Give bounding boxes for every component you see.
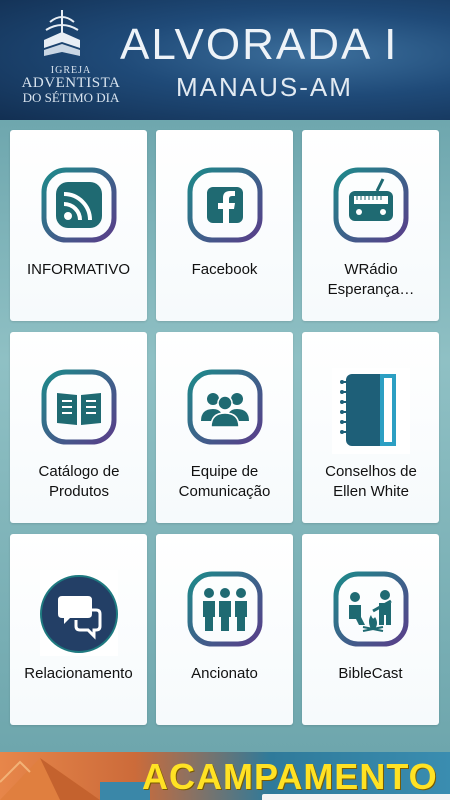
app-header: IGREJA ADVENTISTA DO SÉTIMO DIA ALVORADA… [0, 0, 450, 120]
banner-subtitle-strip [262, 794, 450, 800]
tile-label-wradio: WRádio Esperança… [327, 261, 415, 298]
tile-label-ancionato: Ancionato [191, 665, 258, 682]
tile-facebook[interactable]: Facebook [156, 130, 293, 321]
chat-icon [40, 570, 118, 656]
facebook-icon [187, 167, 263, 243]
tile-relacionamento[interactable]: Relacionamento [10, 534, 147, 725]
tile-label-catalogo: Catálogo de Produtos [38, 463, 120, 500]
tile-biblecast[interactable]: BibleCast [302, 534, 439, 725]
tent-icon [0, 758, 150, 800]
tile-conselhos[interactable]: Conselhos de Ellen White [302, 332, 439, 523]
promo-banner[interactable]: ACAMPAMENTO [0, 752, 450, 800]
menu-grid: INFORMATIVO Facebook WRádio Esperança… C… [0, 120, 450, 752]
tile-label-relacionamento: Relacionamento [24, 665, 133, 682]
notebook-icon [332, 368, 410, 454]
church-name: IGREJA ADVENTISTA DO SÉTIMO DIA [16, 66, 126, 105]
elders-icon [187, 571, 263, 647]
tile-label-equipe: Equipe de Comunicação [178, 463, 271, 500]
church-name-line2: ADVENTISTA [21, 75, 121, 91]
tile-informativo[interactable]: INFORMATIVO [10, 130, 147, 321]
team-icon [187, 369, 263, 445]
church-name-line3: DO SÉTIMO DIA [22, 90, 120, 105]
tile-label-facebook: Facebook [191, 261, 258, 278]
rss-icon [41, 167, 117, 243]
banner-title: ACAMPAMENTO [142, 756, 438, 797]
campfire-icon [333, 571, 409, 647]
tile-label-biblecast: BibleCast [338, 665, 403, 682]
page-title: ALVORADA I [120, 20, 399, 69]
radio-icon [333, 167, 409, 243]
page-subtitle: MANAUS-AM [176, 72, 353, 102]
book-icon [41, 369, 117, 445]
tile-catalogo[interactable]: Catálogo de Produtos [10, 332, 147, 523]
adventist-logo-icon [44, 10, 80, 56]
tile-label-informativo: INFORMATIVO [26, 261, 131, 278]
tile-wradio[interactable]: WRádio Esperança… [302, 130, 439, 321]
tile-label-conselhos: Conselhos de Ellen White [325, 463, 417, 500]
tile-equipe[interactable]: Equipe de Comunicação [156, 332, 293, 523]
tile-ancionato[interactable]: Ancionato [156, 534, 293, 725]
